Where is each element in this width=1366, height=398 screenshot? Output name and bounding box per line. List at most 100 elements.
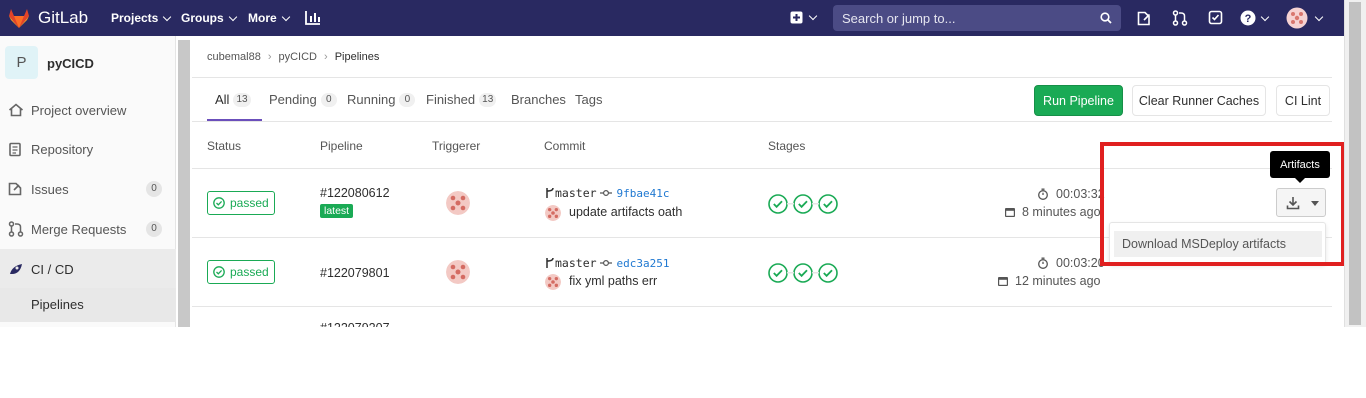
project-sidebar: P pyCICD Project overview Repository Iss… (0, 36, 176, 327)
tab-label: Pending (269, 92, 317, 107)
sidebar-item-issues[interactable]: Issues 0 (0, 169, 176, 209)
more-menu[interactable]: More (248, 11, 290, 25)
header-triggerer: Triggerer (432, 139, 481, 153)
tab-running[interactable]: Running 0 (347, 92, 416, 107)
timer-icon (1038, 188, 1048, 200)
pipeline-id-link[interactable]: #122080612 (320, 186, 390, 200)
tab-finished[interactable]: Finished 13 (426, 92, 497, 107)
pipeline-finished-at: 12 minutes ago (997, 274, 1100, 288)
scrollbar-thumb[interactable] (1349, 2, 1361, 325)
stage-passed-icon[interactable] (818, 194, 838, 214)
sidebar-item-label: CI / CD (31, 261, 74, 277)
project-avatar[interactable]: P (5, 46, 38, 79)
sidebar-scrollbar[interactable] (178, 40, 190, 327)
status-text: passed (230, 265, 269, 279)
help-dropdown[interactable]: ? (1240, 10, 1270, 26)
pipeline-finished-at: 8 minutes ago (1004, 205, 1101, 219)
tab-tags[interactable]: Tags (575, 92, 602, 107)
user-avatar (1286, 7, 1308, 29)
sidebar-subitem-label: Pipelines (31, 297, 84, 312)
page-scrollbar[interactable] (1344, 0, 1366, 327)
sidebar-item-project-overview[interactable]: Project overview (0, 90, 176, 130)
run-pipeline-button[interactable]: Run Pipeline (1034, 85, 1123, 116)
stage-passed-icon[interactable] (793, 194, 813, 214)
tab-all[interactable]: All 13 (215, 92, 251, 107)
issues-icon[interactable] (1208, 10, 1223, 25)
merge-requests-count-badge: 0 (146, 221, 162, 237)
triggerer-avatar[interactable] (446, 260, 470, 284)
brand-name: GitLab (38, 8, 89, 27)
activity-chart-icon[interactable] (305, 10, 321, 25)
user-menu[interactable] (1286, 7, 1324, 29)
divider (192, 77, 1332, 78)
branch-icon (546, 187, 554, 198)
branch-name[interactable]: master (555, 256, 597, 270)
search-input[interactable]: Search or jump to... (833, 5, 1121, 31)
check-circle-icon (213, 266, 225, 278)
stage-passed-icon[interactable] (793, 263, 813, 283)
tab-label: Branches (511, 92, 566, 107)
calendar-icon (1005, 208, 1015, 217)
tab-branches[interactable]: Branches (511, 92, 566, 107)
breadcrumb: cubemal88 › pyCICD › Pipelines (207, 51, 379, 63)
stage-passed-icon[interactable] (768, 194, 788, 214)
commit-author-avatar[interactable] (545, 205, 561, 221)
svg-text:?: ? (1245, 13, 1252, 25)
todo-icon[interactable] (1137, 11, 1151, 26)
projects-menu[interactable]: Projects (111, 11, 172, 25)
finished-text: 8 minutes ago (1022, 205, 1101, 219)
commit-title-link[interactable]: update artifacts oath (569, 205, 682, 219)
commit-sha-link[interactable]: 9fbae41c (617, 187, 670, 200)
commit-author-avatar[interactable] (545, 274, 561, 290)
breadcrumb-current[interactable]: Pipelines (335, 51, 380, 63)
project-name[interactable]: pyCICD (47, 56, 94, 71)
sidebar-item-merge-requests[interactable]: Merge Requests 0 (0, 209, 176, 249)
status-badge[interactable]: passed (207, 191, 275, 215)
commit-sha-link[interactable]: edc3a251 (617, 257, 670, 270)
new-item-dropdown[interactable] (790, 11, 818, 24)
chevron-down-icon (808, 11, 818, 21)
issues-count-badge: 0 (146, 181, 162, 197)
gitlab-logo[interactable]: GitLab (8, 6, 88, 30)
groups-menu[interactable]: Groups (181, 11, 237, 25)
commit-title-link[interactable]: fix yml paths err (569, 274, 657, 288)
tab-count-badge: 0 (320, 92, 337, 107)
stage-passed-icon[interactable] (768, 263, 788, 283)
pipeline-id-link[interactable]: #122079207 (320, 321, 390, 327)
status-text: passed (230, 196, 269, 210)
sidebar-item-label: Issues (31, 181, 69, 197)
stage-passed-icon[interactable] (818, 263, 838, 283)
chevron-down-icon (163, 12, 172, 21)
triggerer-avatar[interactable] (446, 191, 470, 215)
header-commit: Commit (544, 139, 586, 153)
sidebar-item-ci-cd[interactable]: CI / CD (0, 249, 176, 289)
ci-lint-button[interactable]: CI Lint (1276, 85, 1330, 116)
breadcrumb-project[interactable]: pyCICD (279, 51, 318, 63)
duration-text: 00:03:20 (1056, 256, 1105, 270)
sidebar-item-label: Repository (31, 141, 94, 157)
top-navbar: GitLab Projects Groups More Search or ju… (0, 0, 1344, 36)
tab-count-badge: 0 (399, 92, 416, 107)
issues-icon (8, 182, 22, 196)
plus-icon (790, 11, 803, 24)
chevron-down-icon (281, 12, 290, 21)
tab-pending[interactable]: Pending 0 (269, 92, 337, 107)
search-placeholder: Search or jump to... (842, 11, 956, 26)
pipeline-id-link[interactable]: #122079801 (320, 266, 390, 280)
home-icon (8, 103, 24, 117)
chevron-down-icon (228, 12, 237, 21)
commit-icon (599, 259, 612, 267)
status-badge[interactable]: passed (207, 260, 275, 284)
sidebar-subitem-pipelines[interactable]: Pipelines (0, 288, 176, 322)
tab-label: Finished (426, 92, 476, 107)
breadcrumb-namespace[interactable]: cubemal88 (207, 51, 261, 63)
clear-runner-caches-button[interactable]: Clear Runner Caches (1132, 85, 1266, 116)
commit-ref: master edc3a251 (545, 256, 670, 270)
merge-request-icon[interactable] (1172, 10, 1188, 26)
branch-name[interactable]: master (555, 186, 597, 200)
tab-count-badge: 13 (233, 92, 251, 107)
sidebar-item-label: Merge Requests (31, 221, 127, 237)
chevron-down-icon (1314, 12, 1324, 21)
sidebar-item-repository[interactable]: Repository (0, 129, 176, 169)
rocket-icon (10, 264, 22, 274)
